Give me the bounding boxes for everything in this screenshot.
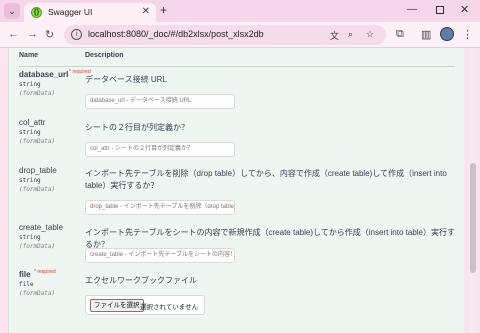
- new-tab-button[interactable]: +: [160, 3, 167, 17]
- bookmark-star-icon[interactable]: ☆: [366, 29, 374, 40]
- address-url[interactable]: localhost:8080/_doc/#/db2xlsx/post_xlsx2…: [88, 29, 264, 39]
- param-location: (formData): [19, 290, 56, 297]
- param-type: string: [19, 81, 41, 88]
- browser-toolbar: ← → ↻ i localhost:8080/_doc/#/db2xlsx/po…: [0, 22, 480, 48]
- scrollbar-thumb[interactable]: [470, 163, 476, 273]
- param-location: (formData): [19, 138, 56, 145]
- file-input[interactable]: ファイルを選択 選択されていません: [85, 295, 205, 315]
- drop-table-input[interactable]: drop_table - インポート先テーブルを削除（drop table: [85, 200, 235, 215]
- param-location: (formData): [19, 243, 56, 250]
- parameters-panel: Name Description database_url * required…: [8, 48, 464, 333]
- reload-icon[interactable]: ↻: [45, 28, 54, 41]
- param-name: col_attr: [19, 118, 46, 127]
- param-name: database_url: [19, 70, 69, 79]
- zoom-icon[interactable]: ⌕: [348, 29, 353, 40]
- param-type: string: [19, 177, 41, 184]
- param-description: シートの２行目が列定義か？: [85, 123, 189, 132]
- param-description: エクセルワークブックファイル: [85, 276, 197, 285]
- swagger-favicon-icon: {}: [31, 7, 42, 18]
- col-attr-input[interactable]: col_attr - シートの２行目が列定義か？: [85, 142, 235, 157]
- file-status-text: 選択されていません: [140, 304, 199, 311]
- param-location: (formData): [19, 90, 56, 97]
- param-name: file: [19, 270, 31, 279]
- tab-close-icon[interactable]: ✕: [142, 6, 150, 17]
- param-location: (formData): [19, 186, 56, 193]
- site-info-icon[interactable]: i: [71, 29, 82, 40]
- required-badge: * required: [34, 269, 56, 275]
- page-scrollbar[interactable]: [470, 48, 476, 333]
- param-type: string: [19, 234, 41, 241]
- window-minimize-button[interactable]: —: [407, 4, 417, 15]
- param-name: create_table: [19, 223, 64, 232]
- forward-arrow-icon[interactable]: →: [27, 28, 38, 40]
- page-content: Name Description database_url * required…: [0, 48, 480, 333]
- create-table-input[interactable]: create_table - インポート先テーブルをシートの内容！: [85, 248, 235, 263]
- window-close-button[interactable]: ✕: [460, 3, 469, 16]
- extensions-icon[interactable]: ⧉: [396, 28, 404, 41]
- side-panel-icon[interactable]: ▥: [421, 28, 431, 41]
- profile-avatar[interactable]: [440, 27, 454, 41]
- tab-title: Swagger UI: [48, 7, 93, 17]
- menu-more-icon[interactable]: ⋮: [462, 28, 473, 41]
- name-column-header: Name: [19, 52, 39, 59]
- choose-file-button[interactable]: ファイルを選択: [90, 299, 144, 312]
- tab-swagger-ui[interactable]: {} Swagger UI ✕: [24, 3, 156, 22]
- param-description: データベース接続 URL: [85, 75, 167, 84]
- param-description: インポート先テーブルを削除（drop table）してから、内容で作成（crea…: [85, 169, 447, 190]
- param-name: drop_table: [19, 166, 57, 175]
- address-bar[interactable]: i localhost:8080/_doc/#/db2xlsx/post_xls…: [64, 25, 386, 45]
- window-maximize-button[interactable]: [436, 6, 444, 14]
- back-arrow-icon[interactable]: ←: [8, 28, 19, 40]
- description-column-header: Description: [85, 52, 124, 59]
- database-url-input[interactable]: database_url - データベース接続 URL: [85, 94, 235, 109]
- header-divider: [19, 66, 455, 67]
- tab-search-icon[interactable]: ⌄: [4, 3, 20, 19]
- title-bar: ⌄ {} Swagger UI ✕ + — ✕: [0, 0, 480, 22]
- param-type: string: [19, 129, 41, 136]
- param-type: file: [19, 281, 34, 288]
- translate-icon[interactable]: 文: [330, 29, 339, 42]
